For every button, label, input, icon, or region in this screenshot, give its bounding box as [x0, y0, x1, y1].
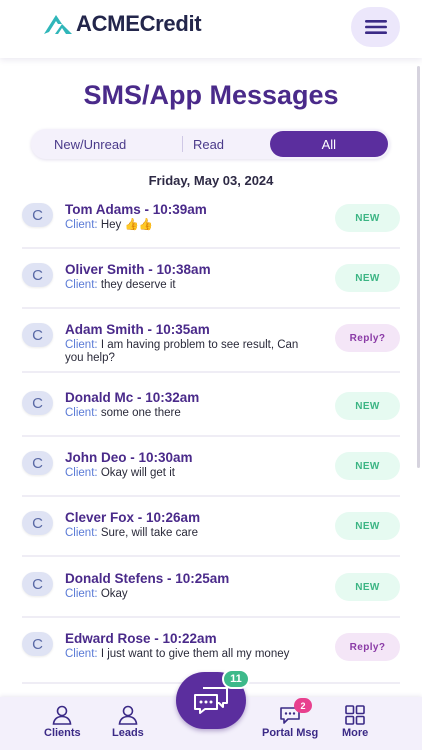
reply-button[interactable]: Reply?: [335, 633, 400, 661]
sender-name: Tom Adams: [65, 202, 141, 217]
brand-logo[interactable]: ACMECredit: [42, 11, 202, 37]
sender-name: John Deo: [65, 450, 127, 465]
status-badge[interactable]: NEW: [335, 264, 400, 292]
message-text: Okay will get it: [100, 467, 175, 479]
sender-line: Clever Fox - 10:26am: [65, 510, 201, 525]
page-title: SMS/App Messages: [83, 80, 339, 110]
message-row[interactable]: C Donald Stefens - 10:25am Client: Okay …: [22, 566, 400, 618]
message-time: 10:26am: [146, 510, 201, 525]
client-label: Client:: [65, 588, 98, 600]
sender-name: Clever Fox: [65, 510, 135, 525]
message-row[interactable]: C John Deo - 10:30am Client: Okay will g…: [22, 445, 400, 497]
avatar: C: [22, 263, 53, 287]
tab-portal-label: Portal Msg: [262, 727, 319, 739]
message-row[interactable]: C Tom Adams - 10:39am Client: Hey 👍👍 NEW: [22, 197, 400, 249]
message-text: Hey 👍👍: [100, 219, 154, 231]
brand-name: ACMECredit: [76, 11, 202, 36]
chat-bubbles-icon: [194, 686, 228, 714]
sender-line: Adam Smith - 10:35am: [65, 322, 210, 337]
sender-name: Adam Smith: [65, 322, 144, 337]
tab-all[interactable]: All: [269, 131, 388, 157]
avatar: C: [22, 451, 53, 475]
tab-clients-label: Clients: [44, 727, 81, 739]
date-header: Friday, May 03, 2024: [148, 173, 274, 188]
tab-new-unread[interactable]: New/Unread: [31, 129, 149, 159]
message-text: some one there: [100, 407, 181, 419]
status-badge[interactable]: NEW: [335, 392, 400, 420]
status-badge[interactable]: NEW: [335, 452, 400, 480]
acme-triangle-logo-icon: [44, 15, 72, 34]
message-row[interactable]: C Donald Mc - 10:32am Client: some one t…: [22, 385, 400, 437]
message-time: 10:39am: [152, 202, 207, 217]
sender-line: Tom Adams - 10:39am: [65, 202, 207, 217]
scrollbar[interactable]: [417, 66, 420, 468]
sender-name: Donald Stefens: [65, 571, 164, 586]
client-label: Client:: [65, 279, 98, 291]
client-label: Client:: [65, 219, 98, 231]
sender-line: Donald Mc - 10:32am: [65, 390, 200, 405]
tab-leads[interactable]: Leads: [112, 705, 144, 739]
client-label: Client:: [65, 527, 98, 539]
message-preview: Client: I am having problem to see resul…: [65, 339, 301, 364]
message-row[interactable]: C Oliver Smith - 10:38am Client: they de…: [22, 257, 400, 309]
message-preview: Client: Okay will get it: [65, 467, 301, 480]
message-text: they deserve it: [100, 279, 176, 291]
sender-line: Edward Rose - 10:22am: [65, 631, 217, 646]
avatar: C: [22, 391, 53, 415]
status-badge[interactable]: NEW: [335, 573, 400, 601]
tab-more-label: More: [342, 727, 369, 739]
avatar: C: [22, 572, 53, 596]
message-preview: Client: they deserve it: [65, 279, 301, 292]
sender-line: John Deo - 10:30am: [65, 450, 193, 465]
reply-button[interactable]: Reply?: [335, 324, 400, 352]
sender-name: Donald Mc: [65, 390, 134, 405]
sender-name: Oliver Smith: [65, 262, 145, 277]
portal-unread-badge: 2: [294, 698, 312, 713]
message-row[interactable]: C Adam Smith - 10:35am Client: I am havi…: [22, 317, 400, 373]
tab-portal-msg[interactable]: 2 Portal Msg: [262, 698, 319, 739]
avatar: C: [22, 632, 53, 656]
message-time: 10:35am: [155, 322, 210, 337]
status-badge[interactable]: NEW: [335, 204, 400, 232]
tab-leads-label: Leads: [112, 727, 144, 739]
message-text: I am having problem to see result, Can y…: [65, 339, 299, 364]
client-label: Client:: [65, 648, 98, 660]
message-text: I just want to give them all my money: [100, 648, 290, 660]
person-icon: [52, 705, 72, 725]
messages-fab-button[interactable]: 11: [176, 669, 250, 729]
client-label: Client:: [65, 339, 98, 351]
tab-more[interactable]: More: [342, 705, 368, 739]
app-header: ACMECredit: [0, 0, 422, 58]
message-text: Okay: [100, 588, 128, 600]
sender-line: Donald Stefens - 10:25am: [65, 571, 230, 586]
client-label: Client:: [65, 407, 98, 419]
message-preview: Client: I just want to give them all my …: [65, 648, 301, 661]
sender-name: Edward Rose: [65, 631, 151, 646]
message-preview: Client: some one there: [65, 407, 301, 420]
message-time: 10:22am: [162, 631, 217, 646]
avatar: C: [22, 323, 53, 347]
message-row[interactable]: C Clever Fox - 10:26am Client: Sure, wil…: [22, 505, 400, 557]
message-time: 10:32am: [145, 390, 200, 405]
tab-clients[interactable]: Clients: [44, 705, 81, 739]
status-badge[interactable]: NEW: [335, 512, 400, 540]
message-filter: New/Unread Read All: [31, 129, 390, 159]
grid-icon: [345, 705, 365, 725]
unread-count-badge: 11: [222, 669, 250, 689]
avatar: C: [22, 203, 53, 227]
message-text: Sure, will take care: [100, 527, 198, 539]
client-label: Client:: [65, 467, 98, 479]
message-preview: Client: Okay: [65, 588, 301, 601]
hamburger-menu-icon: [364, 20, 387, 34]
message-time: 10:25am: [175, 571, 230, 586]
sender-line: Oliver Smith - 10:38am: [65, 262, 211, 277]
avatar: C: [22, 511, 53, 535]
message-time: 10:30am: [138, 450, 193, 465]
tab-read[interactable]: Read: [149, 129, 267, 159]
message-preview: Client: Sure, will take care: [65, 527, 301, 540]
menu-button[interactable]: [351, 7, 400, 47]
message-time: 10:38am: [156, 262, 211, 277]
message-preview: Client: Hey 👍👍: [65, 219, 301, 232]
person-icon: [118, 705, 138, 725]
